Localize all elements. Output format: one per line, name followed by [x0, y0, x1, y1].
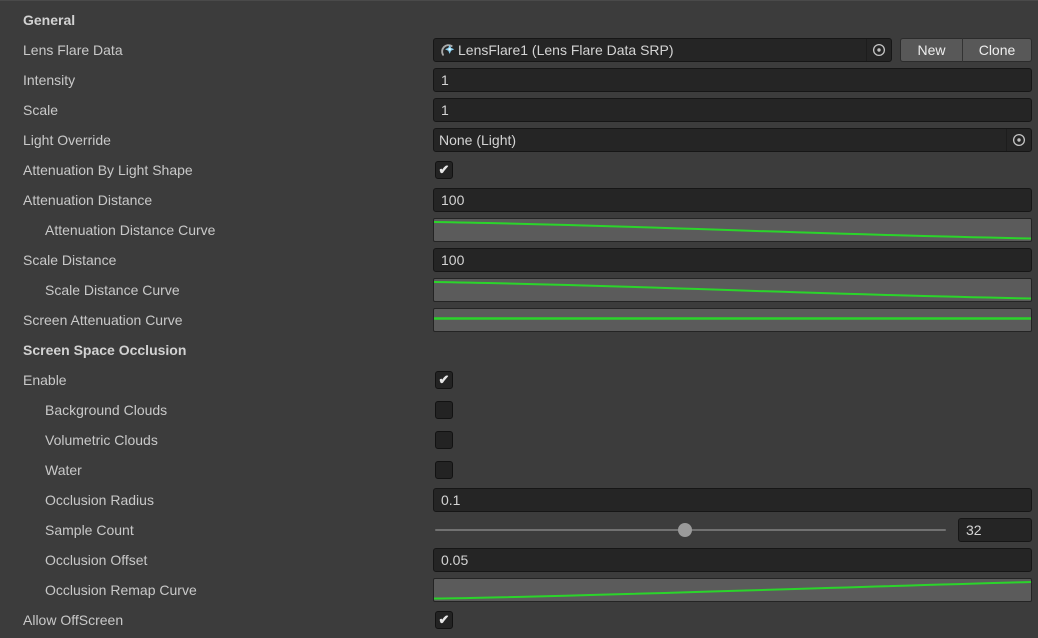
water-label: Water: [0, 462, 433, 478]
screen-space-occlusion-section-header: Screen Space Occlusion: [0, 342, 433, 358]
attenuation-distance-row: Attenuation Distance 100: [0, 185, 1038, 215]
object-picker-icon[interactable]: [866, 39, 891, 61]
slider-thumb[interactable]: [678, 523, 692, 537]
checkmark-icon: ✔: [439, 612, 450, 628]
allow-offscreen-row: Allow OffScreen ✔: [0, 605, 1038, 635]
lens-flare-inspector: General Lens Flare Data LensFlare1 (Lens…: [0, 0, 1038, 638]
scale-distance-value: 100: [441, 252, 464, 268]
general-section-row: General: [0, 5, 1038, 35]
occlusion-radius-row: Occlusion Radius 0.1: [0, 485, 1038, 515]
intensity-row: Intensity 1: [0, 65, 1038, 95]
light-override-object-field[interactable]: None (Light): [433, 128, 1032, 152]
background-clouds-checkbox[interactable]: [435, 401, 453, 419]
occlusion-radius-label: Occlusion Radius: [0, 492, 433, 508]
lens-flare-data-label: Lens Flare Data: [0, 42, 433, 58]
intensity-input[interactable]: 1: [433, 68, 1032, 92]
flat-curve-icon: [434, 309, 1031, 331]
screen-attenuation-curve-row: Screen Attenuation Curve: [0, 305, 1038, 335]
lens-flare-icon: [439, 42, 455, 58]
lens-flare-data-buttons: New Clone: [900, 38, 1032, 62]
screen-space-occlusion-section-row: Screen Space Occlusion: [0, 335, 1038, 365]
occlusion-offset-input[interactable]: 0.05: [433, 548, 1032, 572]
occlusion-radius-input[interactable]: 0.1: [433, 488, 1032, 512]
occlusion-offset-row: Occlusion Offset 0.05: [0, 545, 1038, 575]
attenuation-distance-curve-label: Attenuation Distance Curve: [0, 222, 433, 238]
scale-distance-curve-label: Scale Distance Curve: [0, 282, 433, 298]
scale-input[interactable]: 1: [433, 98, 1032, 122]
screen-attenuation-curve-label: Screen Attenuation Curve: [0, 312, 433, 328]
intensity-label: Intensity: [0, 72, 433, 88]
occlusion-radius-value: 0.1: [441, 492, 460, 508]
descending-curve-icon: [434, 219, 1031, 241]
light-override-value: None (Light): [439, 132, 516, 148]
volumetric-clouds-label: Volumetric Clouds: [0, 432, 433, 448]
ascending-curve-icon: [434, 579, 1031, 601]
screen-attenuation-curve-field[interactable]: [433, 308, 1032, 332]
attenuation-distance-curve-field[interactable]: [433, 218, 1032, 242]
sample-count-input[interactable]: 32: [958, 518, 1032, 542]
volumetric-clouds-row: Volumetric Clouds: [0, 425, 1038, 455]
occlusion-offset-value: 0.05: [441, 552, 468, 568]
background-clouds-row: Background Clouds: [0, 395, 1038, 425]
allow-offscreen-checkbox[interactable]: ✔: [435, 611, 453, 629]
attenuation-distance-curve-row: Attenuation Distance Curve: [0, 215, 1038, 245]
scale-distance-row: Scale Distance 100: [0, 245, 1038, 275]
scale-distance-curve-row: Scale Distance Curve: [0, 275, 1038, 305]
descending-curve-icon: [434, 279, 1031, 301]
attenuation-distance-value: 100: [441, 192, 464, 208]
enable-label: Enable: [0, 372, 433, 388]
allow-offscreen-label: Allow OffScreen: [0, 612, 433, 628]
water-row: Water: [0, 455, 1038, 485]
checkmark-icon: ✔: [439, 162, 450, 178]
lens-flare-data-value: LensFlare1 (Lens Flare Data SRP): [458, 42, 674, 58]
water-checkbox[interactable]: [435, 461, 453, 479]
scale-distance-curve-field[interactable]: [433, 278, 1032, 302]
scale-label: Scale: [0, 102, 433, 118]
clone-button[interactable]: Clone: [963, 38, 1032, 62]
sample-count-value: 32: [966, 522, 982, 538]
attenuation-distance-label: Attenuation Distance: [0, 192, 433, 208]
intensity-value: 1: [441, 72, 449, 88]
object-picker-icon[interactable]: [1006, 129, 1031, 151]
enable-checkbox[interactable]: ✔: [435, 371, 453, 389]
general-section-header: General: [0, 12, 433, 28]
sample-count-row: Sample Count 32: [0, 515, 1038, 545]
checkmark-icon: ✔: [439, 372, 450, 388]
enable-row: Enable ✔: [0, 365, 1038, 395]
occlusion-offset-label: Occlusion Offset: [0, 552, 433, 568]
background-clouds-label: Background Clouds: [0, 402, 433, 418]
occlusion-remap-curve-label: Occlusion Remap Curve: [0, 582, 433, 598]
lens-flare-data-row: Lens Flare Data LensFlare1 (Lens Flare D…: [0, 35, 1038, 65]
volumetric-clouds-checkbox[interactable]: [435, 431, 453, 449]
occlusion-remap-curve-field[interactable]: [433, 578, 1032, 602]
scale-distance-input[interactable]: 100: [433, 248, 1032, 272]
new-button[interactable]: New: [900, 38, 963, 62]
attenuation-by-light-shape-row: Attenuation By Light Shape ✔: [0, 155, 1038, 185]
sample-count-label: Sample Count: [0, 522, 433, 538]
sample-count-slider[interactable]: [433, 518, 948, 542]
attenuation-by-light-shape-label: Attenuation By Light Shape: [0, 162, 433, 178]
scale-value: 1: [441, 102, 449, 118]
attenuation-by-light-shape-checkbox[interactable]: ✔: [435, 161, 453, 179]
lens-flare-data-object-field[interactable]: LensFlare1 (Lens Flare Data SRP): [433, 38, 892, 62]
light-override-label: Light Override: [0, 132, 433, 148]
light-override-row: Light Override None (Light): [0, 125, 1038, 155]
scale-distance-label: Scale Distance: [0, 252, 433, 268]
occlusion-remap-curve-row: Occlusion Remap Curve: [0, 575, 1038, 605]
scale-row: Scale 1: [0, 95, 1038, 125]
attenuation-distance-input[interactable]: 100: [433, 188, 1032, 212]
